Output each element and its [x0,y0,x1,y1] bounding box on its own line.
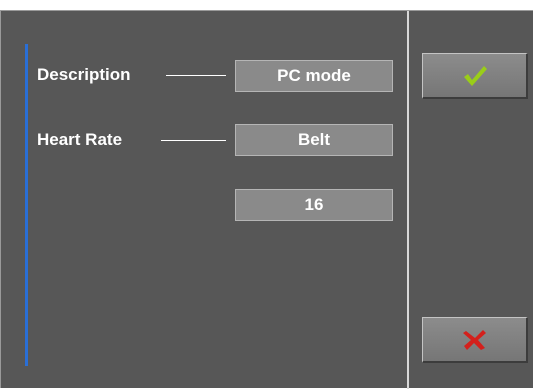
x-icon [462,329,486,350]
cancel-button[interactable] [422,317,528,363]
heart-rate-label: Heart Rate [37,130,123,149]
heart-rate-field[interactable]: Belt [235,124,393,156]
settings-panel: Description PC mode Heart Rate Belt 16 [0,10,533,389]
confirm-button[interactable] [422,53,528,99]
panel-divider [407,11,409,389]
accent-bar [25,44,28,366]
heart-rate-leader-line [161,140,226,141]
description-field[interactable]: PC mode [235,60,393,92]
description-label: Description [37,65,131,84]
description-leader-line [166,75,226,76]
screen: Description PC mode Heart Rate Belt 16 [0,0,533,389]
value-field[interactable]: 16 [235,189,393,221]
checkmark-icon [463,65,487,86]
